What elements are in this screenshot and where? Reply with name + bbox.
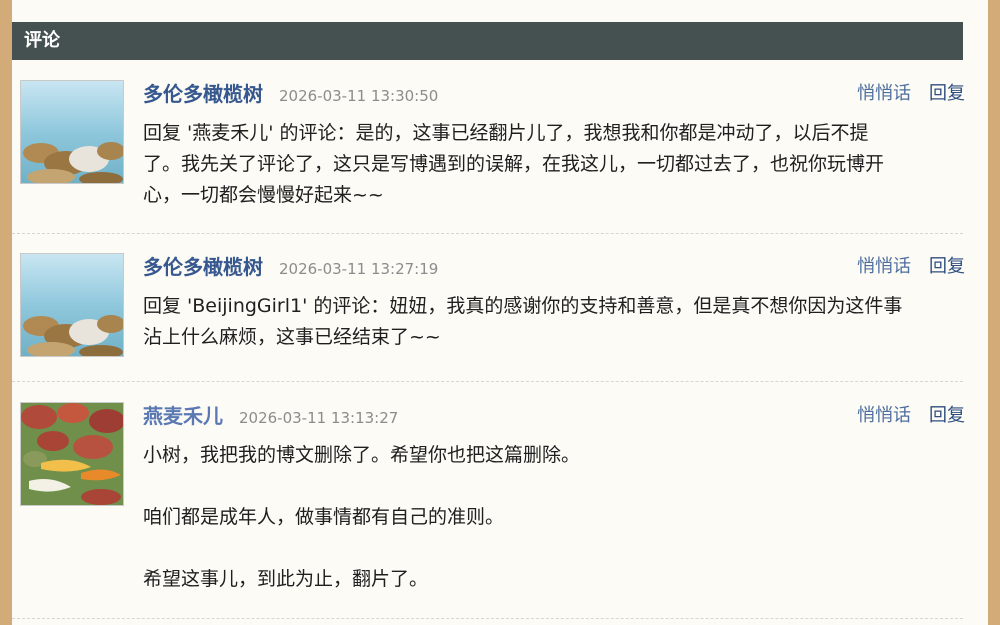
comment-actions: 悄悄话 回复 bbox=[839, 80, 965, 108]
comment-meta: 燕麦禾儿 2026-03-11 13:13:27 bbox=[143, 402, 398, 430]
comment-text-line: 回复 'BeijingGirl1' 的评论：妞妞，我真的感谢你的支持和善意，但是… bbox=[143, 295, 903, 317]
comment-author[interactable]: 燕麦禾儿 bbox=[143, 404, 223, 428]
comment-body: 小树，我把我的博文删除了。希望你也把这篇删除。 咱们都是成年人，做事情都有自己的… bbox=[143, 440, 963, 595]
comment-body: 回复 '燕麦禾儿' 的评论：是的，这事已经翻片儿了，我想我和你都是冲动了，以后不… bbox=[143, 118, 963, 211]
comment-time: 2026-03-11 13:27:19 bbox=[279, 260, 439, 278]
comment-item: 燕麦禾儿 2026-03-11 13:13:27 悄悄话 回复 小树，我把我的博文删… bbox=[20, 402, 965, 602]
comment-divider bbox=[12, 233, 963, 234]
comment-meta: 多伦多橄榄树 2026-03-11 13:27:19 bbox=[143, 253, 438, 281]
comment-item: 多伦多橄榄树 2026-03-11 13:27:19 悄悄话 回复 回复 'Beij… bbox=[20, 253, 965, 363]
reply-button[interactable]: 回复 bbox=[929, 405, 965, 426]
comment-paragraph: 咱们都是成年人，做事情都有自己的准则。 bbox=[143, 506, 505, 528]
comment-time: 2026-03-11 13:30:50 bbox=[279, 87, 439, 105]
koi-pond-avatar-icon[interactable] bbox=[20, 402, 124, 506]
reply-button[interactable]: 回复 bbox=[929, 256, 965, 277]
comment-body: 回复 'BeijingGirl1' 的评论：妞妞，我真的感谢你的支持和善意，但是… bbox=[143, 291, 963, 353]
comment-meta: 多伦多橄榄树 2026-03-11 13:30:50 bbox=[143, 80, 438, 108]
whisper-button[interactable]: 悄悄话 bbox=[857, 405, 911, 426]
comment-text-line: 心，一切都会慢慢好起来~~ bbox=[143, 184, 384, 206]
comment-text-line: 沾上什么麻烦，这事已经结束了~~ bbox=[143, 326, 441, 348]
comment-text-line: 回复 '燕麦禾儿' 的评论：是的，这事已经翻片儿了，我想我和你都是冲动了，以后不… bbox=[143, 122, 869, 144]
comment-actions: 悄悄话 回复 bbox=[839, 402, 965, 430]
comment-actions: 悄悄话 回复 bbox=[839, 253, 965, 281]
comment-divider bbox=[12, 618, 963, 619]
comment-time: 2026-03-11 13:13:27 bbox=[239, 409, 399, 427]
whisper-button[interactable]: 悄悄话 bbox=[857, 83, 911, 104]
comment-divider bbox=[12, 381, 963, 382]
comment-item: 多伦多橄榄树 2026-03-11 13:30:50 悄悄话 回复 回复 '燕麦禾儿… bbox=[20, 80, 965, 220]
whisper-button[interactable]: 悄悄话 bbox=[857, 256, 911, 277]
comment-author[interactable]: 多伦多橄榄树 bbox=[143, 82, 263, 106]
section-header: 评论 bbox=[12, 22, 963, 60]
comment-paragraph: 小树，我把我的博文删除了。希望你也把这篇删除。 bbox=[143, 444, 581, 466]
comment-text-line: 了。我先关了评论了，这只是写博遇到的误解，在我这儿，一切都过去了，也祝你玩博开 bbox=[143, 153, 885, 175]
comment-author[interactable]: 多伦多橄榄树 bbox=[143, 255, 263, 279]
reply-button[interactable]: 回复 bbox=[929, 83, 965, 104]
comment-paragraph: 希望这事儿，到此为止，翻片了。 bbox=[143, 568, 429, 590]
lake-stones-avatar-icon[interactable] bbox=[20, 253, 124, 357]
lake-stones-avatar-icon[interactable] bbox=[20, 80, 124, 184]
